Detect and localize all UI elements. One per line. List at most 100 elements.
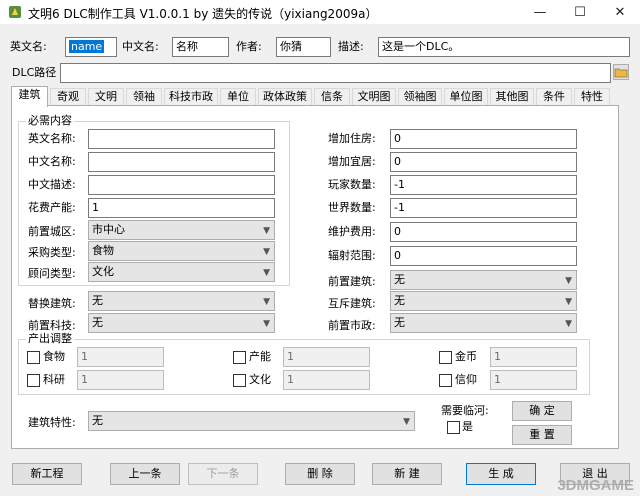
prereq-civic-select[interactable]: 无 ▼ bbox=[390, 313, 577, 333]
en-name-input[interactable]: name bbox=[65, 37, 117, 57]
generate-button[interactable]: 生 成 bbox=[466, 463, 536, 485]
tab-wonder[interactable]: 奇观 bbox=[50, 88, 86, 106]
amenity-field[interactable]: 0 bbox=[390, 152, 577, 172]
title-bar: 文明6 DLC制作工具 V1.0.0.1 by 遗失的传说（yixiang200… bbox=[0, 0, 640, 24]
chevron-down-icon: ▼ bbox=[263, 247, 270, 257]
radius-field[interactable]: 0 bbox=[390, 246, 577, 266]
delete-button[interactable]: 删 除 bbox=[285, 463, 355, 485]
en-name-field-label: 英文名称: bbox=[28, 132, 76, 145]
description-label: 描述: bbox=[338, 40, 364, 53]
yield-production-label: 产能 bbox=[249, 350, 271, 363]
prereq-district-select[interactable]: 市中心 ▼ bbox=[88, 220, 275, 240]
yield-faith-label: 信仰 bbox=[455, 373, 477, 386]
world-count-label: 世界数量: bbox=[328, 201, 376, 214]
en-name-label: 英文名: bbox=[10, 40, 47, 53]
prereq-civic-label: 前置市政: bbox=[328, 319, 376, 332]
description-input[interactable]: 这是一个DLC。 bbox=[378, 37, 630, 57]
advisor-type-select[interactable]: 文化 ▼ bbox=[88, 262, 275, 282]
chevron-down-icon: ▼ bbox=[263, 319, 270, 329]
yield-food-checkbox[interactable] bbox=[27, 351, 40, 364]
previous-button[interactable]: 上一条 bbox=[110, 463, 180, 485]
prereq-district-label: 前置城区: bbox=[28, 225, 76, 238]
tab-unit[interactable]: 单位 bbox=[220, 88, 256, 106]
prereq-building-value: 无 bbox=[394, 273, 405, 286]
river-label: 需要临河: bbox=[441, 404, 489, 417]
next-button[interactable]: 下一条 bbox=[188, 463, 258, 485]
en-name-field[interactable] bbox=[88, 129, 275, 149]
advisor-type-label: 顾问类型: bbox=[28, 267, 76, 280]
chevron-down-icon: ▼ bbox=[403, 417, 410, 427]
tab-leader[interactable]: 领袖 bbox=[126, 88, 162, 106]
amenity-label: 增加宜居: bbox=[328, 155, 376, 168]
replace-building-select[interactable]: 无 ▼ bbox=[88, 291, 275, 311]
housing-field[interactable]: 0 bbox=[390, 129, 577, 149]
browse-folder-button[interactable] bbox=[613, 64, 629, 80]
dlc-path-label: DLC路径 bbox=[12, 66, 57, 79]
minimize-button[interactable]: — bbox=[520, 0, 560, 24]
player-count-field[interactable]: -1 bbox=[390, 175, 577, 195]
yield-gold-input[interactable]: 1 bbox=[490, 347, 577, 367]
tab-unit-image[interactable]: 单位图 bbox=[444, 88, 488, 106]
yield-gold-checkbox[interactable] bbox=[439, 351, 452, 364]
yield-science-checkbox[interactable] bbox=[27, 374, 40, 387]
folder-icon bbox=[614, 68, 628, 78]
yield-production-input[interactable]: 1 bbox=[283, 347, 370, 367]
tab-condition[interactable]: 条件 bbox=[536, 88, 572, 106]
author-input[interactable]: 你猜 bbox=[276, 37, 331, 57]
radius-label: 辐射范围: bbox=[328, 249, 376, 262]
river-checkbox[interactable] bbox=[447, 421, 460, 434]
prereq-tech-value: 无 bbox=[92, 316, 103, 329]
trait-value: 无 bbox=[92, 414, 103, 427]
purchase-type-value: 食物 bbox=[92, 244, 114, 257]
yield-culture-label: 文化 bbox=[249, 373, 271, 386]
yield-faith-checkbox[interactable] bbox=[439, 374, 452, 387]
tab-strip: 建筑 奇观 文明 领袖 科技市政 单位 政体政策 信条 文明图 领袖图 单位图 … bbox=[11, 86, 631, 107]
exclusive-building-select[interactable]: 无 ▼ bbox=[390, 291, 577, 311]
trait-label: 建筑特性: bbox=[28, 416, 76, 429]
maintenance-field[interactable]: 0 bbox=[390, 222, 577, 242]
trait-select[interactable]: 无 ▼ bbox=[88, 411, 415, 431]
prereq-building-label: 前置建筑: bbox=[328, 275, 376, 288]
yield-culture-input[interactable]: 1 bbox=[283, 370, 370, 390]
yield-group-title: 产出调整 bbox=[26, 332, 74, 345]
reset-button[interactable]: 重 置 bbox=[512, 425, 572, 445]
yield-culture-checkbox[interactable] bbox=[233, 374, 246, 387]
advisor-type-value: 文化 bbox=[92, 265, 114, 278]
river-yes-label: 是 bbox=[462, 420, 473, 433]
cn-name-field-label: 中文名称: bbox=[28, 155, 76, 168]
yield-science-input[interactable]: 1 bbox=[77, 370, 164, 390]
close-button[interactable]: ✕ bbox=[600, 0, 640, 24]
yield-food-input[interactable]: 1 bbox=[77, 347, 164, 367]
tab-government-policy[interactable]: 政体政策 bbox=[258, 88, 312, 106]
chevron-down-icon: ▼ bbox=[565, 297, 572, 307]
tab-leader-image[interactable]: 领袖图 bbox=[398, 88, 442, 106]
tab-trait[interactable]: 特性 bbox=[574, 88, 610, 106]
maximize-button[interactable]: ☐ bbox=[560, 0, 600, 24]
new-button[interactable]: 新 建 bbox=[372, 463, 442, 485]
dlc-path-input[interactable] bbox=[60, 63, 611, 83]
prereq-tech-select[interactable]: 无 ▼ bbox=[88, 313, 275, 333]
prereq-building-select[interactable]: 无 ▼ bbox=[390, 270, 577, 290]
yield-faith-input[interactable]: 1 bbox=[490, 370, 577, 390]
tab-other-image[interactable]: 其他图 bbox=[490, 88, 534, 106]
purchase-type-label: 采购类型: bbox=[28, 246, 76, 259]
author-label: 作者: bbox=[236, 40, 262, 53]
purchase-type-select[interactable]: 食物 ▼ bbox=[88, 241, 275, 261]
cn-desc-field[interactable] bbox=[88, 175, 275, 195]
cost-field[interactable]: 1 bbox=[88, 198, 275, 218]
replace-building-value: 无 bbox=[92, 294, 103, 307]
new-project-button[interactable]: 新工程 bbox=[12, 463, 82, 485]
tab-building[interactable]: 建筑 bbox=[11, 86, 48, 107]
tab-belief[interactable]: 信条 bbox=[314, 88, 350, 106]
yield-production-checkbox[interactable] bbox=[233, 351, 246, 364]
tab-tech-civic[interactable]: 科技市政 bbox=[164, 88, 218, 106]
cn-name-field[interactable] bbox=[88, 152, 275, 172]
world-count-field[interactable]: -1 bbox=[390, 198, 577, 218]
tab-civilization[interactable]: 文明 bbox=[88, 88, 124, 106]
cn-name-input[interactable]: 名称 bbox=[172, 37, 229, 57]
confirm-button[interactable]: 确 定 bbox=[512, 401, 572, 421]
tab-civ-image[interactable]: 文明图 bbox=[352, 88, 396, 106]
app-icon bbox=[9, 6, 21, 18]
prereq-district-value: 市中心 bbox=[92, 223, 125, 236]
chevron-down-icon: ▼ bbox=[565, 276, 572, 286]
